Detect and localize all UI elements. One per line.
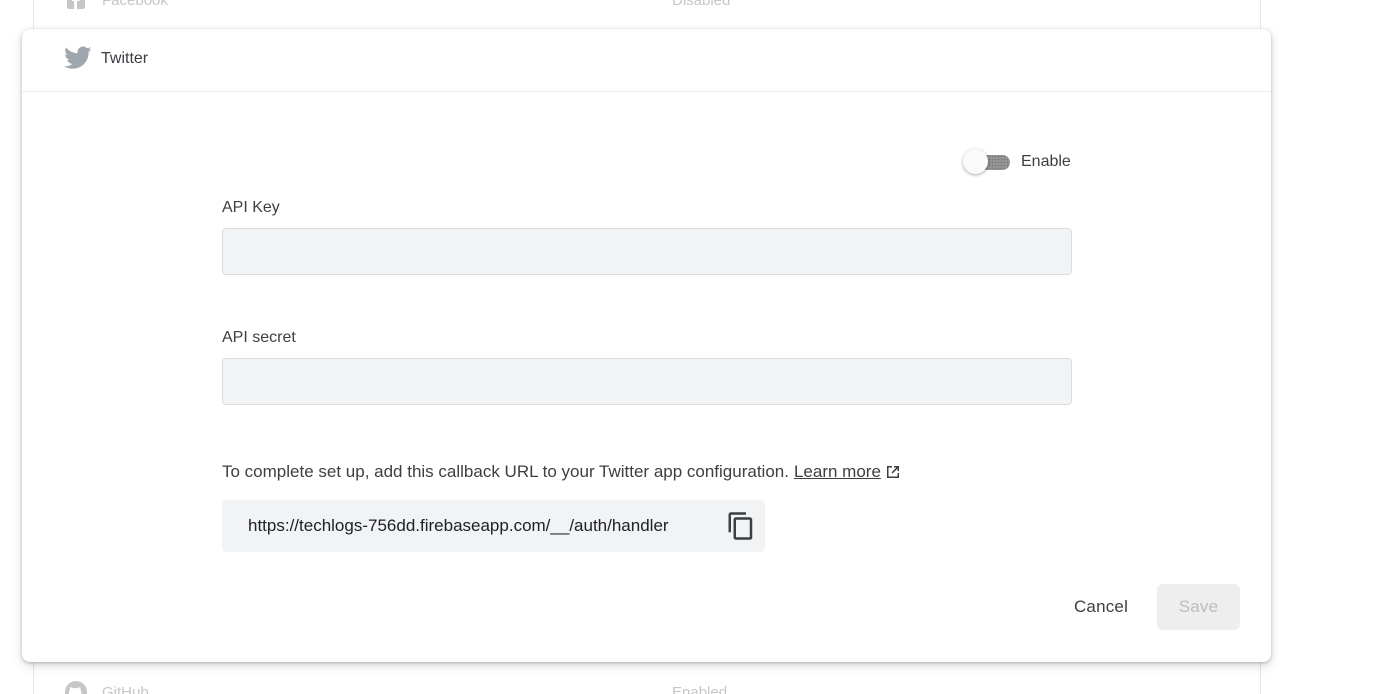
enable-label: Enable — [1021, 153, 1071, 170]
provider-row-github[interactable]: GitHub Enabled — [34, 672, 1260, 694]
callback-url: https://techlogs-756dd.firebaseapp.com/_… — [248, 516, 669, 535]
api-key-label: API Key — [222, 199, 280, 216]
github-icon — [64, 680, 88, 694]
enable-toggle[interactable] — [962, 148, 1012, 176]
learn-more-link[interactable]: Learn more — [794, 462, 881, 482]
facebook-icon — [64, 0, 88, 12]
provider-status: Disabled — [672, 0, 731, 9]
provider-name: GitHub — [102, 683, 149, 694]
callback-url-box: https://techlogs-756dd.firebaseapp.com/_… — [222, 500, 765, 552]
page: Facebook Disabled GitHub Enabled Twitter… — [0, 0, 1400, 694]
panel-header[interactable]: Twitter — [22, 29, 1271, 92]
api-secret-label: API secret — [222, 329, 296, 346]
save-button[interactable]: Save — [1157, 584, 1240, 630]
provider-status: Enabled — [672, 683, 728, 694]
callback-instructions: To complete set up, add this callback UR… — [222, 462, 902, 482]
enable-toggle-row: Enable — [962, 148, 1071, 176]
twitter-provider-panel: Twitter Enable API Key API secret To com… — [22, 29, 1271, 662]
copy-icon[interactable] — [726, 511, 756, 541]
twitter-icon — [64, 46, 92, 70]
callback-note-text: To complete set up, add this callback UR… — [222, 462, 789, 481]
toggle-thumb — [963, 149, 988, 174]
cancel-button[interactable]: Cancel — [1058, 584, 1144, 630]
provider-name: Facebook — [102, 0, 168, 9]
api-key-input[interactable] — [222, 228, 1072, 275]
provider-row-facebook[interactable]: Facebook Disabled — [34, 0, 1260, 20]
provider-title: Twitter — [101, 50, 149, 67]
api-secret-input[interactable] — [222, 358, 1072, 405]
open-in-new-icon[interactable] — [884, 463, 902, 481]
